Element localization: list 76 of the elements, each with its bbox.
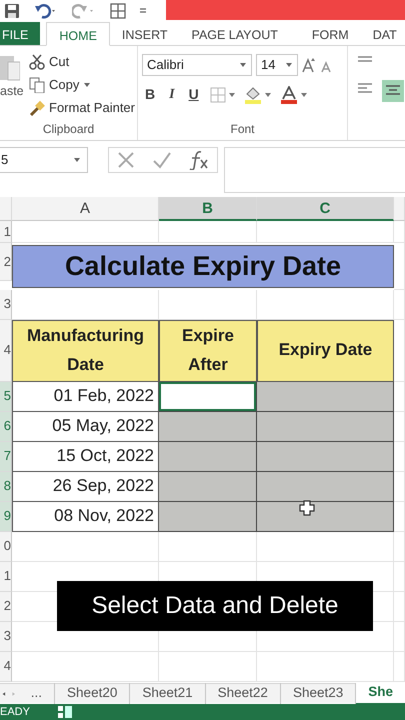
row-header[interactable]: 1 xyxy=(0,221,12,243)
table-cell[interactable] xyxy=(159,442,257,472)
row-header[interactable]: 2 xyxy=(0,592,12,622)
font-name-field[interactable]: Calibri xyxy=(142,54,252,76)
function-icon[interactable] xyxy=(188,150,209,170)
formula-input[interactable] xyxy=(224,147,405,193)
ribbon-tab[interactable]: HOME xyxy=(46,22,110,46)
subtitle-toast: Select Data and Delete xyxy=(57,581,373,631)
fill-color-icon[interactable] xyxy=(244,86,272,104)
bold-button[interactable]: B xyxy=(142,84,158,105)
ribbon-tab[interactable]: INSERT xyxy=(110,22,180,45)
borders-icon[interactable] xyxy=(210,86,236,102)
italic-button[interactable]: I xyxy=(166,84,178,105)
ribbon-tab[interactable]: DAT xyxy=(360,22,405,45)
grow-font-icon[interactable] xyxy=(302,57,316,73)
table-cell[interactable] xyxy=(159,502,257,532)
table-cell[interactable] xyxy=(159,412,257,442)
paste-button[interactable]: aste xyxy=(0,52,24,101)
row-header[interactable]: 2 xyxy=(0,243,12,281)
row-header[interactable]: 8 xyxy=(0,472,12,502)
caret-icon xyxy=(83,82,92,88)
row-header[interactable]: 9 xyxy=(0,502,12,532)
ribbon-button[interactable]: Cut xyxy=(27,50,137,73)
status-text: EADY xyxy=(0,704,30,720)
ribbon-button[interactable]: Format Painter xyxy=(27,96,137,119)
row-header[interactable]: 0 xyxy=(0,532,12,562)
column-header[interactable]: C xyxy=(257,197,394,221)
align-center-icon[interactable] xyxy=(382,80,404,102)
scissors-icon xyxy=(29,54,46,70)
ribbon-tab[interactable]: PAGE LAYOUT xyxy=(180,22,290,45)
row-header[interactable]: 3 xyxy=(0,622,12,652)
name-box[interactable]: 5 xyxy=(0,147,88,173)
row-header[interactable]: 1 xyxy=(0,562,12,592)
table-header: Expiry Date xyxy=(257,320,394,382)
caret-icon xyxy=(73,157,81,163)
table-cell[interactable] xyxy=(257,442,394,472)
row-header[interactable]: 4 xyxy=(0,320,12,382)
group-label: Clipboard xyxy=(42,121,96,138)
cursor-icon xyxy=(299,500,315,516)
row-header[interactable]: 6 xyxy=(0,412,12,442)
caret-icon xyxy=(239,62,247,68)
column-header[interactable]: B xyxy=(159,197,257,221)
borders-icon[interactable] xyxy=(110,3,126,19)
redo-icon[interactable] xyxy=(72,3,96,19)
ribbon-tab[interactable]: FORM xyxy=(300,22,361,45)
ribbon-tab[interactable]: FILE xyxy=(0,22,40,45)
column-header[interactable] xyxy=(394,197,405,221)
group-label: Font xyxy=(229,121,256,138)
cancel-icon[interactable] xyxy=(117,151,136,169)
sheet-tab[interactable]: She xyxy=(356,682,405,705)
copy-icon xyxy=(29,76,46,92)
select-all-button[interactable] xyxy=(0,197,12,221)
enter-icon[interactable] xyxy=(152,151,172,169)
caret-icon xyxy=(285,62,293,68)
row-header[interactable]: 3 xyxy=(0,290,12,320)
underline-button[interactable]: U xyxy=(186,84,202,105)
font-color-icon[interactable] xyxy=(280,86,308,104)
table-cell[interactable] xyxy=(159,472,257,502)
row-header[interactable]: 5 xyxy=(0,382,12,412)
undo-icon[interactable] xyxy=(34,3,58,19)
save-icon[interactable] xyxy=(4,3,20,19)
table-cell[interactable] xyxy=(257,472,394,502)
table-header: Expire After xyxy=(159,320,257,382)
table-header: Manufacturing Date xyxy=(12,320,159,382)
table-cell[interactable] xyxy=(257,382,394,412)
row-header[interactable]: 4 xyxy=(0,652,12,682)
font-size-field[interactable]: 14 xyxy=(256,54,298,76)
column-header[interactable]: A xyxy=(12,197,159,221)
macro-icon xyxy=(58,706,72,718)
sheet-title: Calculate Expiry Date xyxy=(12,245,394,288)
table-cell[interactable] xyxy=(257,502,394,532)
table-cell[interactable] xyxy=(159,382,257,412)
table-cell[interactable] xyxy=(257,412,394,442)
ribbon-button[interactable]: Copy xyxy=(27,73,137,96)
row-header[interactable]: 7 xyxy=(0,442,12,472)
paintbrush-icon xyxy=(29,100,46,116)
